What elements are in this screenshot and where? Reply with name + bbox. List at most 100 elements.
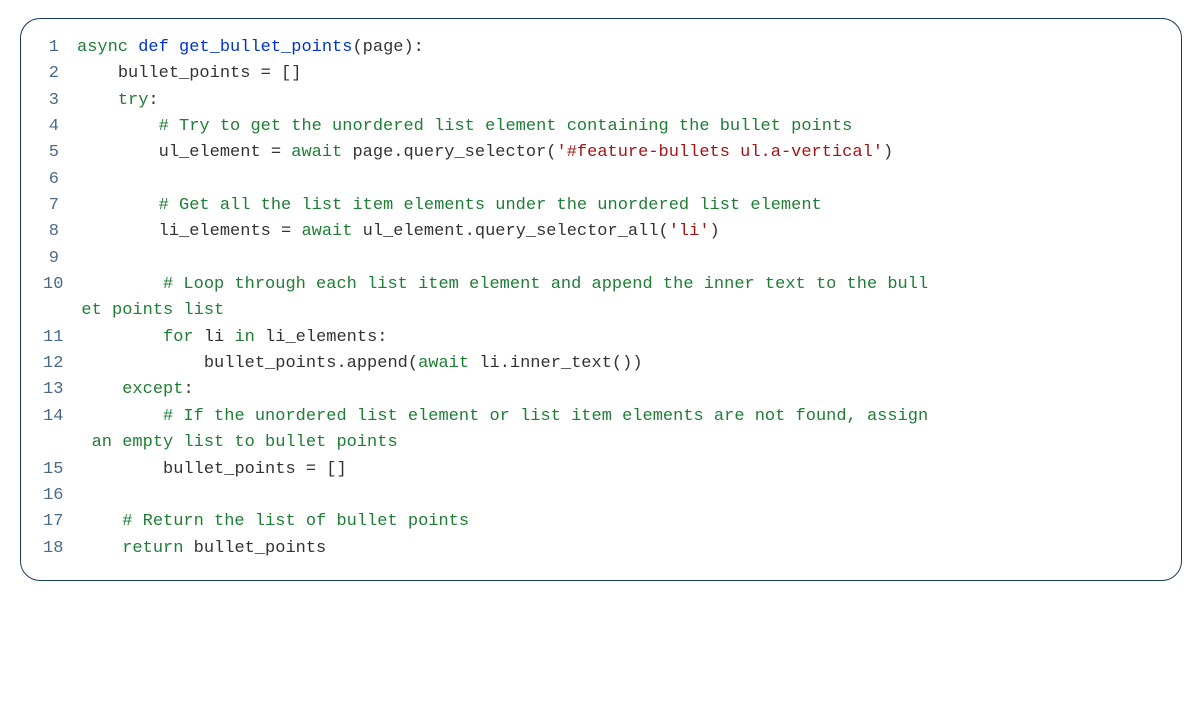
code-token: get_bullet_points xyxy=(179,38,352,57)
code-token xyxy=(81,539,122,558)
code-token: # Try to get the unordered list element … xyxy=(159,117,853,136)
line-number: 12 xyxy=(43,351,81,377)
code-token xyxy=(81,407,163,426)
line-number: 11 xyxy=(43,325,81,351)
code-token xyxy=(81,512,122,531)
code-token: async xyxy=(77,38,128,57)
line-number: 6 xyxy=(43,167,77,193)
line-number: 4 xyxy=(43,114,77,140)
code-token: ) xyxy=(883,143,893,162)
line-number: 14 xyxy=(43,404,81,430)
code-line: 4 # Try to get the unordered list elemen… xyxy=(43,114,1159,140)
code-token: # Get all the list item elements under t… xyxy=(159,196,822,215)
line-number: 10 xyxy=(43,272,81,298)
code-token xyxy=(77,196,159,215)
code-content: bullet_points = [] xyxy=(77,61,1159,87)
line-number: 7 xyxy=(43,193,77,219)
code-token: ul_element = xyxy=(77,143,291,162)
code-token: # If the unordered list element or list … xyxy=(163,407,928,426)
code-content: et points list xyxy=(81,298,1159,324)
code-content: ul_element = await page.query_selector('… xyxy=(77,140,1159,166)
code-token: ) xyxy=(710,222,720,241)
code-token: 'li' xyxy=(669,222,710,241)
code-content: # Loop through each list item element an… xyxy=(81,272,1159,298)
code-content: # Return the list of bullet points xyxy=(81,509,1159,535)
code-content: return bullet_points xyxy=(81,536,1159,562)
code-line: 17 # Return the list of bullet points xyxy=(43,509,1159,535)
code-content: # Try to get the unordered list element … xyxy=(77,114,1159,140)
code-token xyxy=(77,117,159,136)
code-token: et points list xyxy=(81,301,224,320)
code-line: 3 try: xyxy=(43,88,1159,114)
line-number: 2 xyxy=(43,61,77,87)
code-block: 1async def get_bullet_points(page):2 bul… xyxy=(20,18,1182,581)
code-token: : xyxy=(148,91,158,110)
code-token xyxy=(81,275,163,294)
code-token xyxy=(81,380,122,399)
code-token: # Return the list of bullet points xyxy=(122,512,469,531)
code-token: li.inner_text()) xyxy=(469,354,642,373)
line-number: 17 xyxy=(43,509,81,535)
line-number: 1 xyxy=(43,35,77,61)
code-line-wrapped: 14 an empty list to bullet points xyxy=(43,430,1159,456)
code-content: try: xyxy=(77,88,1159,114)
code-token: li xyxy=(194,328,235,347)
code-line: 5 ul_element = await page.query_selector… xyxy=(43,140,1159,166)
code-content: for li in li_elements: xyxy=(81,325,1159,351)
line-number: 13 xyxy=(43,377,81,403)
code-token: : xyxy=(183,380,193,399)
line-number: 8 xyxy=(43,219,77,245)
code-token: li_elements = xyxy=(77,222,301,241)
code-token xyxy=(128,38,138,57)
code-token: await xyxy=(291,143,342,162)
code-line: 8 li_elements = await ul_element.query_s… xyxy=(43,219,1159,245)
code-line: 16 xyxy=(43,483,1159,509)
line-number: 18 xyxy=(43,536,81,562)
code-content: bullet_points.append(await li.inner_text… xyxy=(81,351,1159,377)
code-token: ul_element.query_selector_all( xyxy=(352,222,668,241)
code-token xyxy=(77,91,118,110)
code-line: 18 return bullet_points xyxy=(43,536,1159,562)
code-line: 14 # If the unordered list element or li… xyxy=(43,404,1159,430)
code-token: bullet_points.append( xyxy=(81,354,418,373)
code-content: # Get all the list item elements under t… xyxy=(77,193,1159,219)
code-token: except xyxy=(122,380,183,399)
code-content: li_elements = await ul_element.query_sel… xyxy=(77,219,1159,245)
line-number: 15 xyxy=(43,457,81,483)
code-token: for xyxy=(163,328,194,347)
line-number: 5 xyxy=(43,140,77,166)
code-line: 13 except: xyxy=(43,377,1159,403)
code-content: except: xyxy=(81,377,1159,403)
code-token: def xyxy=(138,38,169,57)
line-number: 16 xyxy=(43,483,81,509)
code-line: 1async def get_bullet_points(page): xyxy=(43,35,1159,61)
code-token: try xyxy=(118,91,149,110)
code-line: 2 bullet_points = [] xyxy=(43,61,1159,87)
code-token: bullet_points xyxy=(183,539,326,558)
code-token: li_elements: xyxy=(255,328,388,347)
line-number: 3 xyxy=(43,88,77,114)
code-line: 11 for li in li_elements: xyxy=(43,325,1159,351)
code-content: bullet_points = [] xyxy=(81,457,1159,483)
code-content: # If the unordered list element or list … xyxy=(81,404,1159,430)
code-token: bullet_points = [] xyxy=(81,460,346,479)
line-number: 9 xyxy=(43,246,77,272)
code-line: 15 bullet_points = [] xyxy=(43,457,1159,483)
code-content: an empty list to bullet points xyxy=(81,430,1159,456)
code-line: 6 xyxy=(43,167,1159,193)
code-token: in xyxy=(234,328,254,347)
code-line: 9 xyxy=(43,246,1159,272)
code-line: 12 bullet_points.append(await li.inner_t… xyxy=(43,351,1159,377)
code-token: # Loop through each list item element an… xyxy=(163,275,928,294)
code-token: '#feature-bullets ul.a-vertical' xyxy=(557,143,883,162)
code-token: page.query_selector( xyxy=(342,143,556,162)
code-token: await xyxy=(418,354,469,373)
code-token: bullet_points = [] xyxy=(77,64,301,83)
code-line-wrapped: 10et points list xyxy=(43,298,1159,324)
code-content: async def get_bullet_points(page): xyxy=(77,35,1159,61)
code-token: (page): xyxy=(352,38,423,57)
code-line: 10 # Loop through each list item element… xyxy=(43,272,1159,298)
code-token xyxy=(81,328,163,347)
code-token: await xyxy=(301,222,352,241)
code-token: an empty list to bullet points xyxy=(81,433,397,452)
